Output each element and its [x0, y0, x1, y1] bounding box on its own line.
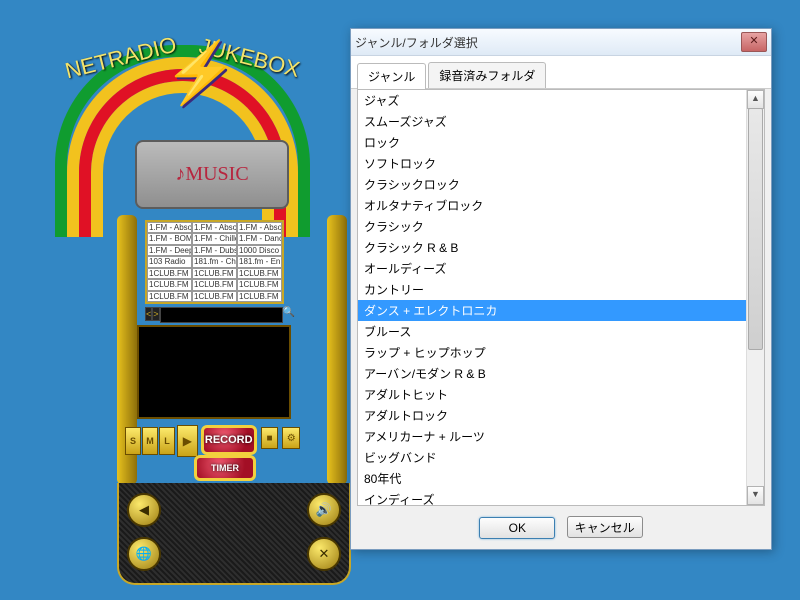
station-cell[interactable]: 1CLUB.FM — [237, 291, 282, 302]
dialog-titlebar[interactable]: ジャンル/フォルダ選択 ✕ — [351, 29, 771, 56]
tab-recorded-folder[interactable]: 録音済みフォルダ — [428, 62, 546, 88]
dialog-buttons: OK キャンセル — [351, 506, 771, 549]
web-button[interactable]: 🌐 — [127, 537, 161, 571]
station-cell[interactable]: 1CLUB.FM - — [192, 291, 237, 302]
search-icon[interactable]: 🔍 — [283, 307, 295, 319]
list-item[interactable]: アーバン/モダン R & B — [358, 363, 746, 384]
list-item[interactable]: アダルトヒット — [358, 384, 746, 405]
station-cell[interactable]: 181.fm - Chi — [192, 256, 237, 267]
station-cell[interactable]: 1.FM - Absolu — [147, 222, 192, 233]
volume-button[interactable]: 🔊 — [307, 493, 341, 527]
tab-genre[interactable]: ジャンル — [357, 63, 426, 89]
prev-button[interactable]: < — [145, 307, 152, 321]
size-l-button[interactable]: L — [159, 427, 175, 455]
station-cell[interactable]: 1.FM - Deep1 — [147, 245, 192, 256]
list-item[interactable]: カントリー — [358, 279, 746, 300]
list-item[interactable]: ジャズ — [358, 90, 746, 111]
search-input[interactable] — [160, 307, 283, 323]
lightning-bolt-icon: ⚡ — [163, 37, 238, 108]
settings-button[interactable]: ⚙ — [282, 427, 300, 449]
list-item[interactable]: 80年代 — [358, 468, 746, 489]
station-cell[interactable]: 1.FM - BOM P — [147, 233, 192, 244]
pillar-right — [327, 215, 347, 485]
size-m-button[interactable]: M — [142, 427, 158, 455]
station-cell[interactable]: 1CLUB.FM — [237, 279, 282, 290]
list-item[interactable]: ロック — [358, 132, 746, 153]
station-cell[interactable]: 1.FM - Abso — [237, 222, 282, 233]
list-item[interactable]: クラシック — [358, 216, 746, 237]
cancel-button[interactable]: キャンセル — [567, 516, 643, 538]
genre-folder-dialog: ジャンル/フォルダ選択 ✕ ジャンル 録音済みフォルダ ジャズスムーズジャズロッ… — [350, 28, 772, 550]
play-button[interactable]: ▶ — [177, 425, 198, 457]
station-cell[interactable]: 1.FM - Chillou — [192, 233, 237, 244]
genre-list[interactable]: ジャズスムーズジャズロックソフトロッククラシックロックオルタナティブロッククラシ… — [358, 90, 746, 505]
station-cell[interactable]: 1CLUB.FM - 9 — [192, 268, 237, 279]
list-item[interactable]: オールディーズ — [358, 258, 746, 279]
station-cell[interactable]: 1000 Disco — [237, 245, 282, 256]
close-icon: ✕ — [319, 546, 330, 562]
now-playing-display — [137, 325, 291, 419]
station-cell[interactable]: 1CLUB.FM - E — [147, 279, 192, 290]
gear-icon: ⚙ — [287, 433, 296, 444]
station-cell[interactable]: 1CLUB.FM - 8 — [147, 268, 192, 279]
list-item[interactable]: ブルース — [358, 321, 746, 342]
jukebox-player: NETRADIO JUKEBOX ⚡ ♪MUSIC 1.FM - Absolu1… — [55, 25, 310, 565]
record-button[interactable]: RECORD — [201, 425, 257, 455]
list-item[interactable]: アダルトロック — [358, 405, 746, 426]
list-item[interactable]: クラシックロック — [358, 174, 746, 195]
list-item[interactable]: ビッグバンド — [358, 447, 746, 468]
station-cell[interactable]: 1CLUB.FM - 1 — [147, 291, 192, 302]
list-item[interactable]: インディーズ — [358, 489, 746, 505]
exit-button[interactable]: ✕ — [307, 537, 341, 571]
station-cell[interactable]: 1.FM - Danc — [237, 233, 282, 244]
list-item[interactable]: ダンス + エレクトロニカ — [358, 300, 746, 321]
size-s-button[interactable]: S — [125, 427, 141, 455]
list-item[interactable]: オルタナティブロック — [358, 195, 746, 216]
scrollbar[interactable]: ▲ ▼ — [746, 90, 764, 505]
scroll-thumb[interactable] — [748, 108, 763, 350]
back-button[interactable]: ◀ — [127, 493, 161, 527]
list-item[interactable]: ラップ + ヒップホップ — [358, 342, 746, 363]
ok-button[interactable]: OK — [479, 517, 555, 539]
dialog-close-button[interactable]: ✕ — [741, 32, 767, 52]
station-cell[interactable]: 181.fm - En — [237, 256, 282, 267]
genre-list-container: ジャズスムーズジャズロックソフトロッククラシックロックオルタナティブロッククラシ… — [357, 89, 765, 506]
music-screen: ♪MUSIC — [135, 140, 289, 209]
scroll-down-button[interactable]: ▼ — [747, 486, 764, 505]
stop-button[interactable]: ■ — [261, 427, 279, 449]
station-cell[interactable]: 1.FM - Dubste — [192, 245, 237, 256]
station-cell[interactable]: 1CLUB.FM - E — [192, 279, 237, 290]
station-cell[interactable]: 103 Radio — [147, 256, 192, 267]
station-list[interactable]: 1.FM - Absolu1.FM - Absolu1.FM - Abso1.F… — [145, 220, 284, 304]
globe-icon: 🌐 — [136, 546, 152, 562]
list-item[interactable]: ソフトロック — [358, 153, 746, 174]
station-cell[interactable]: 1.FM - Absolu — [192, 222, 237, 233]
list-item[interactable]: アメリカーナ + ルーツ — [358, 426, 746, 447]
dialog-title: ジャンル/フォルダ選択 — [355, 34, 741, 51]
station-cell[interactable]: 1CLUB.FM — [237, 268, 282, 279]
back-icon: ◀ — [139, 502, 149, 518]
search-bar: < > 🔍 — [145, 307, 280, 321]
timer-button[interactable]: TIMER — [194, 455, 256, 481]
list-item[interactable]: クラシック R & B — [358, 237, 746, 258]
dialog-tabs: ジャンル 録音済みフォルダ — [351, 56, 771, 89]
list-item[interactable]: スムーズジャズ — [358, 111, 746, 132]
scroll-up-button[interactable]: ▲ — [747, 90, 764, 109]
next-button[interactable]: > — [152, 307, 159, 321]
volume-icon: 🔊 — [316, 502, 332, 518]
